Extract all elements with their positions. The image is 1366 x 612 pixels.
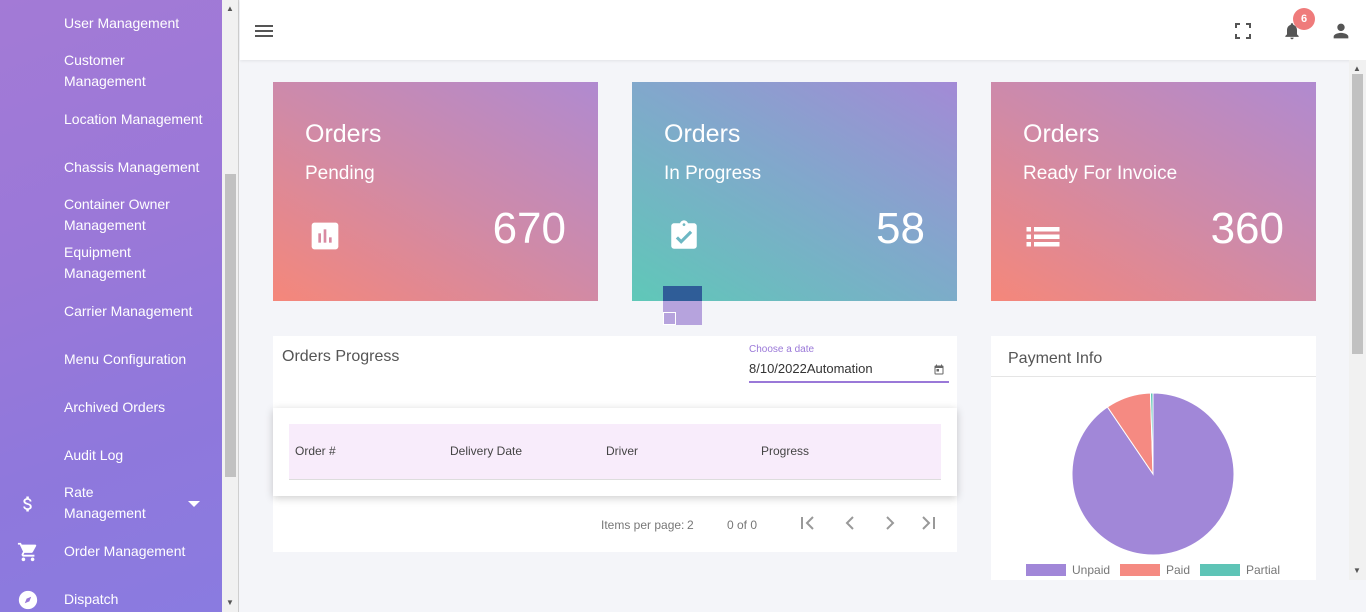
legend-label: Partial	[1246, 563, 1281, 577]
sidebar-item-archived-orders[interactable]: Archived Orders	[64, 397, 214, 418]
sidebar-item-chassis-management[interactable]: Chassis Management	[64, 157, 214, 178]
card-title: Orders	[664, 120, 741, 148]
notification-badge: 6	[1293, 8, 1315, 30]
card-subtitle: In Progress	[664, 163, 762, 184]
card-title: Orders	[305, 120, 382, 148]
dollar-icon	[16, 492, 40, 516]
card-value: 360	[1210, 204, 1284, 253]
decorative-square-outline	[663, 312, 676, 325]
legend-swatch	[1120, 564, 1160, 576]
column-header-driver[interactable]: Driver	[606, 444, 638, 458]
legend-label: Unpaid	[1072, 563, 1111, 577]
next-page-icon[interactable]	[881, 514, 899, 537]
fullscreen-icon[interactable]	[1234, 22, 1252, 40]
scroll-down-icon[interactable]: ▼	[1353, 566, 1361, 575]
card-orders-in-progress[interactable]: Orders In Progress 58	[632, 82, 957, 301]
sidebar-item-container-owner-management[interactable]: Container Owner Management	[64, 194, 184, 236]
orders-table: Order # Delivery Date Driver Progress	[273, 408, 957, 496]
sidebar: User Management Customer Management Loca…	[0, 0, 222, 612]
table-header: Order # Delivery Date Driver Progress	[289, 424, 941, 480]
card-title: Orders	[1023, 120, 1100, 148]
last-page-icon[interactable]	[919, 514, 937, 537]
card-subtitle: Ready For Invoice	[1023, 163, 1178, 184]
topbar	[240, 0, 1366, 60]
scroll-up-icon[interactable]: ▲	[226, 4, 234, 13]
sidebar-item-location-management[interactable]: Location Management	[64, 109, 214, 130]
sidebar-item-rate-management[interactable]: Rate Management	[64, 482, 164, 524]
card-value: 670	[492, 204, 566, 253]
column-header-order[interactable]: Order #	[295, 444, 336, 458]
legend-item-paid[interactable]: Paid	[1120, 563, 1190, 577]
items-per-page-label: Items per page:	[601, 518, 685, 532]
payment-pie-chart	[1071, 392, 1235, 556]
column-header-progress[interactable]: Progress	[761, 444, 809, 458]
list-icon	[1025, 218, 1061, 254]
card-orders-pending[interactable]: Orders Pending 670	[273, 82, 598, 301]
sidebar-item-audit-log[interactable]: Audit Log	[64, 445, 214, 466]
range-label: 0 of 0	[727, 518, 758, 532]
main-scrollbar[interactable]: ▲ ▼	[1349, 60, 1366, 580]
calendar-icon[interactable]	[933, 363, 945, 381]
compass-icon	[16, 588, 40, 612]
date-field-label: Choose a date	[749, 344, 815, 355]
main-scroll-thumb[interactable]	[1352, 74, 1363, 354]
sidebar-scrollbar[interactable]: ▲ ▼	[222, 0, 239, 612]
column-header-delivery-date[interactable]: Delivery Date	[450, 444, 522, 458]
card-orders-ready-for-invoice[interactable]: Orders Ready For Invoice 360	[991, 82, 1316, 301]
sidebar-item-equipment-management[interactable]: Equipment Management	[64, 242, 164, 284]
sidebar-scroll-thumb[interactable]	[225, 174, 236, 477]
sidebar-item-customer-management[interactable]: Customer Management	[64, 50, 174, 92]
payment-info-title: Payment Info	[1008, 350, 1103, 367]
sidebar-item-menu-configuration[interactable]: Menu Configuration	[64, 349, 214, 370]
date-input[interactable]: 8/10/2022Automation	[749, 361, 873, 376]
sidebar-item-dispatch[interactable]: Dispatch	[64, 589, 214, 610]
bar-chart-icon	[307, 218, 343, 254]
sidebar-item-order-management[interactable]: Order Management	[64, 541, 214, 562]
scroll-up-icon[interactable]: ▲	[1353, 64, 1361, 73]
legend-item-partial[interactable]: Partial	[1200, 563, 1280, 577]
card-value: 58	[876, 204, 925, 253]
menu-icon[interactable]	[255, 21, 275, 41]
legend-label: Paid	[1166, 563, 1191, 577]
first-page-icon[interactable]	[799, 514, 817, 537]
chevron-down-icon[interactable]	[188, 501, 200, 507]
paginator: Items per page: 2 0 of 0	[273, 510, 957, 540]
items-per-page-select[interactable]: 2	[687, 518, 694, 532]
orders-progress-title: Orders Progress	[282, 348, 400, 365]
clipboard-check-icon	[666, 218, 702, 254]
sidebar-item-carrier-management[interactable]: Carrier Management	[64, 301, 214, 322]
date-input-underline	[749, 381, 949, 383]
legend-swatch	[1026, 564, 1066, 576]
divider	[991, 376, 1316, 377]
legend-item-unpaid[interactable]: Unpaid	[1026, 563, 1110, 577]
previous-page-icon[interactable]	[841, 514, 859, 537]
cart-icon	[16, 540, 40, 564]
decorative-square-top	[663, 286, 702, 301]
sidebar-item-user-management[interactable]: User Management	[64, 13, 214, 34]
card-subtitle: Pending	[305, 163, 375, 184]
scroll-down-icon[interactable]: ▼	[226, 598, 234, 607]
payment-info-panel: Payment Info Unpaid Paid Partial	[991, 336, 1316, 580]
legend-swatch	[1200, 564, 1240, 576]
account-icon[interactable]	[1330, 20, 1352, 42]
